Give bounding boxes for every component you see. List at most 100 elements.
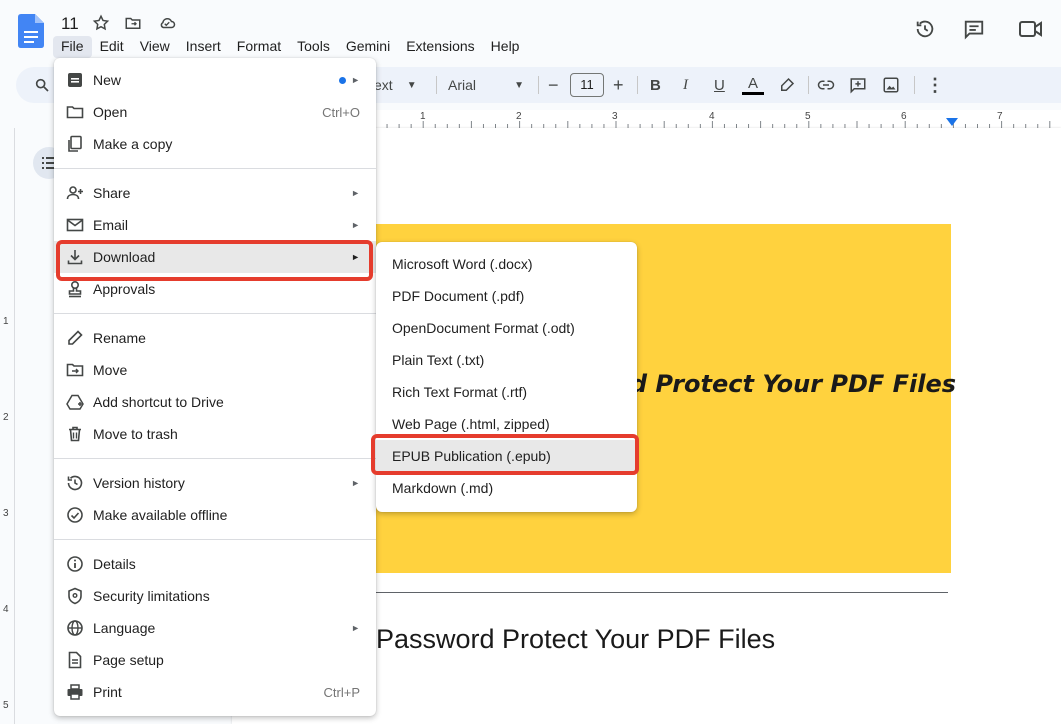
share-person-icon bbox=[66, 186, 83, 200]
menu-rename-label: Rename bbox=[93, 330, 146, 346]
menu-new[interactable]: New ► bbox=[54, 64, 376, 96]
vruler-label: 3 bbox=[3, 508, 9, 519]
search-menus-icon[interactable] bbox=[34, 77, 50, 93]
paragraph-style-label: ext bbox=[374, 77, 393, 93]
chevron-down-icon: ▼ bbox=[514, 79, 524, 91]
menu-insert[interactable]: Insert bbox=[178, 36, 229, 58]
menu-format[interactable]: Format bbox=[229, 36, 289, 58]
document-title[interactable]: 11 bbox=[61, 14, 79, 34]
menu-edit[interactable]: Edit bbox=[92, 36, 132, 58]
menu-tools[interactable]: Tools bbox=[289, 36, 338, 58]
toolbar-divider bbox=[914, 76, 915, 94]
menu-help[interactable]: Help bbox=[483, 36, 528, 58]
menu-move[interactable]: Move bbox=[54, 354, 376, 386]
meet-video-icon[interactable] bbox=[1018, 18, 1044, 40]
decrease-font-size-button[interactable]: − bbox=[548, 67, 559, 103]
font-select[interactable]: Arial ▼ bbox=[448, 67, 524, 103]
menu-share[interactable]: Share ► bbox=[54, 177, 376, 209]
download-docx[interactable]: Microsoft Word (.docx) bbox=[376, 248, 637, 280]
download-odt[interactable]: OpenDocument Format (.odt) bbox=[376, 312, 637, 344]
ruler-ticks bbox=[375, 121, 1051, 128]
comments-icon[interactable] bbox=[963, 18, 985, 40]
menu-details[interactable]: Details bbox=[54, 548, 376, 580]
document-heading[interactable]: Password Protect Your PDF Files bbox=[376, 624, 775, 655]
vertical-ruler[interactable]: 1 2 3 4 5 bbox=[0, 128, 15, 724]
star-icon[interactable] bbox=[92, 14, 110, 32]
submenu-arrow-icon: ► bbox=[351, 75, 360, 85]
history-icon[interactable] bbox=[914, 18, 936, 40]
download-odt-label: OpenDocument Format (.odt) bbox=[392, 320, 575, 336]
menu-make-offline[interactable]: Make available offline bbox=[54, 499, 376, 531]
menu-print[interactable]: Print Ctrl+P bbox=[54, 676, 376, 708]
menu-rename[interactable]: Rename bbox=[54, 322, 376, 354]
menu-divider bbox=[54, 313, 376, 314]
menu-divider bbox=[54, 458, 376, 459]
underline-button[interactable]: U bbox=[714, 67, 725, 103]
insert-link-icon[interactable] bbox=[816, 76, 836, 94]
menu-language-label: Language bbox=[93, 620, 156, 636]
download-docx-label: Microsoft Word (.docx) bbox=[392, 256, 533, 272]
menu-open[interactable]: Open Ctrl+O bbox=[54, 96, 376, 128]
menu-version-history-label: Version history bbox=[93, 475, 185, 491]
download-txt[interactable]: Plain Text (.txt) bbox=[376, 344, 637, 376]
menu-page-setup[interactable]: Page setup bbox=[54, 644, 376, 676]
menu-print-label: Print bbox=[93, 684, 122, 700]
menu-language[interactable]: Language ► bbox=[54, 612, 376, 644]
menu-gemini[interactable]: Gemini bbox=[338, 36, 398, 58]
menu-move-to-trash[interactable]: Move to trash bbox=[54, 418, 376, 450]
menu-security-limitations[interactable]: Security limitations bbox=[54, 580, 376, 612]
menu-add-shortcut[interactable]: Add shortcut to Drive bbox=[54, 386, 376, 418]
bold-button[interactable]: B bbox=[650, 67, 661, 103]
open-shortcut: Ctrl+O bbox=[322, 104, 360, 120]
increase-font-size-button[interactable]: + bbox=[613, 67, 624, 103]
menu-divider bbox=[54, 168, 376, 169]
right-indent-marker-icon[interactable] bbox=[946, 118, 958, 126]
add-comment-icon[interactable] bbox=[848, 76, 868, 94]
menu-file[interactable]: File bbox=[53, 36, 92, 58]
download-md[interactable]: Markdown (.md) bbox=[376, 472, 637, 504]
toolbar-divider bbox=[637, 76, 638, 94]
printer-icon bbox=[67, 684, 83, 700]
horizontal-rule bbox=[376, 592, 948, 593]
pencil-icon bbox=[68, 330, 83, 345]
menu-new-label: New bbox=[93, 72, 122, 88]
cloud-status-icon[interactable] bbox=[157, 14, 177, 32]
menu-open-label: Open bbox=[93, 104, 128, 120]
text-color-swatch bbox=[742, 91, 764, 95]
download-html-label: Web Page (.html, zipped) bbox=[392, 416, 550, 432]
menu-version-history[interactable]: Version history ► bbox=[54, 467, 376, 499]
globe-icon bbox=[67, 620, 83, 636]
download-pdf-label: PDF Document (.pdf) bbox=[392, 288, 525, 304]
highlight-pen-icon[interactable] bbox=[778, 76, 796, 94]
submenu-arrow-icon: ► bbox=[351, 220, 360, 230]
font-size-input[interactable]: 11 bbox=[570, 73, 604, 97]
more-options-icon[interactable]: ⋮ bbox=[926, 67, 944, 103]
vruler-label: 4 bbox=[3, 604, 9, 615]
vruler-label: 2 bbox=[3, 412, 9, 423]
download-rtf[interactable]: Rich Text Format (.rtf) bbox=[376, 376, 637, 408]
menu-page-setup-label: Page setup bbox=[93, 652, 164, 668]
menu-view[interactable]: View bbox=[132, 36, 178, 58]
text-color-button[interactable]: A bbox=[742, 67, 764, 103]
paragraph-style-select[interactable]: ext ▼ bbox=[374, 67, 417, 103]
menu-email[interactable]: Email ► bbox=[54, 209, 376, 241]
new-badge-dot bbox=[339, 77, 346, 84]
italic-button[interactable]: I bbox=[683, 67, 688, 103]
menu-make-copy[interactable]: Make a copy bbox=[54, 128, 376, 160]
docs-logo-icon[interactable] bbox=[18, 14, 44, 48]
menu-divider bbox=[54, 539, 376, 540]
vruler-label: 5 bbox=[3, 700, 9, 711]
shield-icon bbox=[68, 587, 82, 605]
toolbar-divider bbox=[538, 76, 539, 94]
download-pdf[interactable]: PDF Document (.pdf) bbox=[376, 280, 637, 312]
chevron-down-icon: ▼ bbox=[406, 79, 417, 91]
text-color-icon: A bbox=[747, 74, 758, 92]
menu-approvals-label: Approvals bbox=[93, 281, 156, 297]
menu-share-label: Share bbox=[93, 185, 131, 201]
submenu-arrow-icon: ► bbox=[351, 188, 360, 198]
menu-extensions[interactable]: Extensions bbox=[398, 36, 482, 58]
vruler-label: 1 bbox=[3, 316, 9, 327]
move-folder-icon[interactable] bbox=[124, 14, 142, 32]
download-txt-label: Plain Text (.txt) bbox=[392, 352, 485, 368]
insert-image-icon[interactable] bbox=[882, 76, 900, 94]
